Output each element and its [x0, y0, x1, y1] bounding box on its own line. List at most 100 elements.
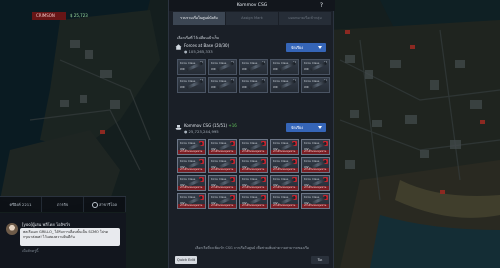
- ship-card[interactable]: Kirov Class XIV ทำได้ในของทุนชวน: [301, 139, 330, 155]
- ship-status-bar: ทำได้ในของทุนชวน: [302, 204, 329, 208]
- hud-money: $ 25,723: [70, 13, 88, 18]
- ship-level: XIII: [180, 67, 185, 71]
- footer-note: เลือกเรือที่จะเพิ่มเข้า CSG จากเรือในศูน…: [195, 246, 309, 250]
- ship-status-bar: ทำได้ในของทุนชวน: [271, 168, 298, 172]
- ship-image-detail: [252, 85, 260, 91]
- ship-card[interactable]: Kirov Class XIV ทำได้ในของทุนชวน: [270, 175, 299, 191]
- ship-level: XIII: [304, 85, 309, 89]
- ship-card[interactable]: Kirov Class13XIII: [301, 59, 330, 75]
- ship-card[interactable]: Kirov Class XIV ทำได้ในของทุนชวน: [177, 139, 206, 155]
- ship-image-detail: [314, 85, 322, 91]
- ship-status-bar: ทำได้ในของทุนชวน: [271, 204, 298, 208]
- tab-assign-mark[interactable]: Assign Mark: [226, 12, 278, 25]
- modal-tabs: รวบรวมเรือในศูนย์บังคับ Assign Mark มอบห…: [173, 12, 331, 25]
- ship-card[interactable]: Kirov Class14XIII: [239, 59, 268, 75]
- base-ship-grid: Kirov Class15XIIIKirov Class15XIIIKirov …: [177, 59, 330, 93]
- ship-status-bar: ทำได้ในของทุนชวน: [178, 168, 205, 172]
- ship-card[interactable]: Kirov Class15XIII: [208, 59, 237, 75]
- ship-status-bar: ทำได้ในของทุนชวน: [209, 150, 236, 154]
- tab-assign-group[interactable]: มอบหมายเรือเข้ากลุ่ม: [279, 12, 331, 25]
- ship-level: XIII: [304, 67, 309, 71]
- quick-edit-button[interactable]: Quick Edit: [175, 256, 197, 264]
- ship-card[interactable]: Kirov Class XIV ทำได้ในของทุนชวน: [270, 157, 299, 173]
- ship-level: XIII: [242, 67, 247, 71]
- ship-image-detail: [190, 85, 198, 91]
- ship-card[interactable]: Kirov Class11XIII: [270, 77, 299, 93]
- ship-level: XIII: [273, 67, 278, 71]
- ship-card[interactable]: Kirov Class13XIII: [177, 77, 206, 93]
- ship-status-bar: ทำได้ในของทุนชวน: [240, 186, 267, 190]
- csg-header: Kommov CSG (15/51) +16 ● 25,723,244,995 …: [173, 121, 331, 136]
- bottom-tab-label: สาขารีโอล: [99, 202, 117, 207]
- csg-name: Kommov CSG (15/51): [184, 123, 228, 128]
- group-name: Kommov CSG (15/51) +16: [184, 123, 237, 128]
- ship-card[interactable]: Kirov Class12XIII: [239, 77, 268, 93]
- help-icon[interactable]: ?: [317, 1, 326, 10]
- ship-image-detail: [221, 67, 229, 73]
- ship-status-bar: ทำได้ในของทุนชวน: [178, 150, 205, 154]
- ship-image-detail: [283, 85, 291, 91]
- ship-status-bar: ทำได้ในของทุนชวน: [240, 150, 267, 154]
- ship-level: XIII: [211, 67, 216, 71]
- ship-card[interactable]: Kirov Class XIV ทำได้ในของทุนชวน: [239, 175, 268, 191]
- ship-status-bar: ทำได้ในของทุนชวน: [209, 186, 236, 190]
- ship-card[interactable]: Kirov Class14XIII: [270, 59, 299, 75]
- ship-status-bar: ทำได้ในของทุนชวน: [302, 168, 329, 172]
- ship-status-bar: ทำได้ในของทุนชวน: [178, 186, 205, 190]
- group-power: ● 105,265,333: [184, 49, 213, 54]
- ship-status-bar: ทำได้ในของทุนชวน: [240, 168, 267, 172]
- ship-status-bar: ทำได้ในของทุนชวน: [240, 204, 267, 208]
- ship-card[interactable]: Kirov Class XIV ทำได้ในของทุนชวน: [301, 157, 330, 173]
- bottom-tab-missions[interactable]: ภารกิจ: [42, 197, 84, 212]
- bottom-tab-label: ครือิงค์ 2211: [9, 202, 32, 207]
- ship-card[interactable]: Kirov Class XIV ทำได้ในของทุนชวน: [208, 139, 237, 155]
- chat-panel[interactable]: [yoo]ผู้เล่น พลีโดย โอลิชว์ร พลเรือเอก G…: [0, 213, 126, 268]
- sort-dropdown-button[interactable]: จัดเรียง: [286, 43, 326, 52]
- ship-card[interactable]: Kirov Class XIV ทำได้ในของทุนชวน: [239, 193, 268, 209]
- ship-card[interactable]: Kirov Class XIV ทำได้ในของทุนชวน: [239, 157, 268, 173]
- ship-status-bar: ทำได้ในของทุนชวน: [271, 150, 298, 154]
- sort-dropdown-button[interactable]: จัดเรียง: [286, 123, 326, 132]
- group-name: Forces at Base (20/30): [184, 43, 230, 48]
- ship-card[interactable]: Kirov Class15XIII: [177, 59, 206, 75]
- ship-status-bar: ทำได้ในของทุนชวน: [209, 168, 236, 172]
- chat-sender-name: [yoo]ผู้เล่น พลีโดย โอลิชว์ร: [22, 222, 71, 227]
- forces-at-base-header: Forces at Base (20/30) ● 105,265,333 จัด…: [173, 41, 331, 56]
- chat-timestamp: เมื่อสักครู่นี้: [22, 249, 39, 253]
- ship-card[interactable]: Kirov Class XIV ทำได้ในของทุนชวน: [239, 139, 268, 155]
- ship-image-detail: [190, 67, 198, 73]
- ship-image-detail: [283, 67, 291, 73]
- ship-card[interactable]: Kirov Class XIV ทำได้ในของทุนชวน: [177, 193, 206, 209]
- tab-gather-fleet[interactable]: รวบรวมเรือในศูนย์บังคับ: [173, 12, 225, 25]
- home-icon: [175, 44, 182, 50]
- close-button[interactable]: ปิด: [311, 256, 329, 264]
- bottom-tab-label: ภารกิจ: [56, 202, 69, 207]
- ship-card[interactable]: Kirov Class12XIII: [208, 77, 237, 93]
- ship-card[interactable]: Kirov Class XIV ทำได้ในของทุนชวน: [177, 157, 206, 173]
- ship-card[interactable]: Kirov Class11XIII: [301, 77, 330, 93]
- ship-image-detail: [314, 67, 322, 73]
- ship-card[interactable]: Kirov Class XIV ทำได้ในของทุนชวน: [301, 193, 330, 209]
- ship-card[interactable]: Kirov Class XIV ทำได้ในของทุนชวน: [208, 193, 237, 209]
- ship-card[interactable]: Kirov Class XIV ทำได้ในของทุนชวน: [270, 139, 299, 155]
- ship-status-bar: ทำได้ในของทุนชวน: [302, 186, 329, 190]
- csg-plus: +16: [228, 123, 237, 128]
- chat-message: พลเรือเอก GRILLO_ ได้รับการเลื่อนขั้นเป็…: [20, 228, 120, 246]
- ship-card[interactable]: Kirov Class XIV ทำได้ในของทุนชวน: [270, 193, 299, 209]
- csg-modal: Kommov CSG ? รวบรวมเรือในศูนย์บังคับ Ass…: [168, 0, 335, 268]
- bottom-tab-branch[interactable]: สาขารีโอล: [84, 197, 126, 212]
- ship-level: XIII: [273, 85, 278, 89]
- csg-ship-grid: Kirov Class XIV ทำได้ในของทุนชวน Kirov Clas…: [177, 139, 330, 209]
- ship-card[interactable]: Kirov Class XIV ทำได้ในของทุนชวน: [208, 157, 237, 173]
- ship-level: XIII: [180, 85, 185, 89]
- ship-level: XIII: [242, 85, 247, 89]
- ship-status-bar: ทำได้ในของทุนชวน: [302, 150, 329, 154]
- hud-badge: CRIMSON: [32, 12, 66, 20]
- group-power: ● 25,723,244,995: [184, 129, 219, 134]
- ship-card[interactable]: Kirov Class XIV ทำได้ในของทุนชวน: [208, 175, 237, 191]
- bottom-tab-friends[interactable]: ครือิงค์ 2211: [0, 197, 42, 212]
- gear-icon: [92, 202, 99, 208]
- ship-card[interactable]: Kirov Class XIV ทำได้ในของทุนชวน: [177, 175, 206, 191]
- avatar[interactable]: [6, 223, 18, 235]
- ship-card[interactable]: Kirov Class XIV ทำได้ในของทุนชวน: [301, 175, 330, 191]
